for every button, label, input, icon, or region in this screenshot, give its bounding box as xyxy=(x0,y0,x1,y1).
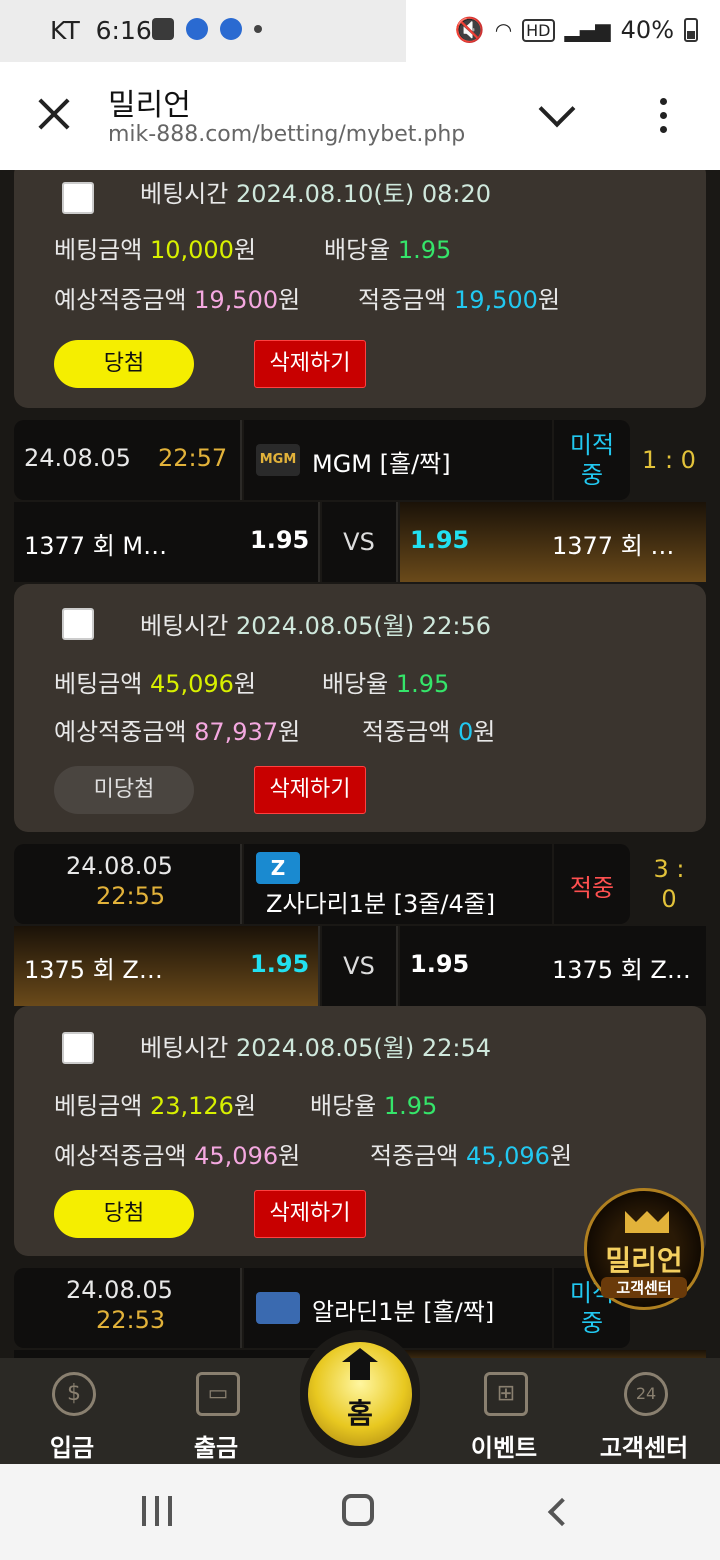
bet-card: 베팅시간 2024.08.05(월) 22:56 베팅금액 45,096원 배당… xyxy=(14,584,706,832)
status-right: 🔇 ◠ HD ▂▄▆ 40% xyxy=(455,16,698,44)
wallet-icon: ▭ xyxy=(196,1372,240,1416)
chevron-down-icon[interactable] xyxy=(538,90,576,128)
game-date: 24.08.05 22:57 xyxy=(14,420,242,500)
game-date: 24.08.05 22:55 xyxy=(14,844,242,924)
result-button[interactable]: 당첨 xyxy=(54,1190,194,1238)
game-score: 3 :0 xyxy=(632,844,706,924)
bet-rate: 배당율 1.95 xyxy=(324,236,452,264)
z-ladder-logo-icon: Z xyxy=(256,852,300,884)
gallery-icon xyxy=(152,18,174,40)
mgm-logo-icon: MGM xyxy=(256,444,300,476)
select-checkbox[interactable] xyxy=(62,1032,94,1064)
bet-amount: 베팅금액 45,096원 xyxy=(54,670,257,698)
vs-label: VS xyxy=(322,502,398,582)
game-date: 24.08.05 22:53 xyxy=(14,1268,242,1348)
match-row: 1377 회 M… 1.95 VS 1.95 1377 회 … xyxy=(14,502,706,582)
delete-button[interactable]: 삭제하기 xyxy=(254,340,366,388)
24h-icon: 24 xyxy=(624,1372,668,1416)
nav-withdraw[interactable]: ▭ 출금 xyxy=(156,1358,276,1464)
nav-deposit[interactable]: $ 입금 xyxy=(12,1358,132,1464)
crown-icon xyxy=(625,1203,669,1233)
match-row: 1375 회 Z… 1.95 VS 1.95 1375 회 Z… xyxy=(14,926,706,1006)
signal-icon: ▂▄▆ xyxy=(564,18,611,42)
home-side[interactable]: 1375 회 Z… 1.95 xyxy=(14,926,320,1006)
result-button[interactable]: 미당첨 xyxy=(54,766,194,814)
bet-time: 베팅시간 2024.08.05(월) 22:54 xyxy=(140,1034,491,1062)
bet-rate: 배당율 1.95 xyxy=(322,670,450,698)
app-icon xyxy=(220,18,242,40)
close-icon[interactable] xyxy=(36,96,72,132)
expected-win: 예상적중금액 87,937원 xyxy=(54,718,301,746)
gift-icon: ⊞ xyxy=(484,1372,528,1416)
game-info: Z Z사다리1분 [3줄/4줄] xyxy=(244,844,552,924)
result-button[interactable]: 당첨 xyxy=(54,340,194,388)
select-checkbox[interactable] xyxy=(62,608,94,640)
dollar-icon: $ xyxy=(52,1372,96,1416)
home-side[interactable]: 1377 회 M… 1.95 xyxy=(14,502,320,582)
status-bar: KT 6:16 🔇 ◠ HD ▂▄▆ 40% xyxy=(0,0,720,62)
away-side[interactable]: 1.95 1377 회 … xyxy=(400,502,706,582)
away-side[interactable]: 1.95 1375 회 Z… xyxy=(400,926,706,1006)
wifi-icon: ◠ xyxy=(494,18,513,42)
app-icon xyxy=(186,18,208,40)
bet-amount: 베팅금액 10,000원 xyxy=(54,236,257,264)
game-status: 미적 중 xyxy=(554,420,630,500)
page-url[interactable]: mik-888.com/betting/mybet.php xyxy=(108,122,465,147)
battery-percent: 40% xyxy=(620,16,674,44)
game-row: 24.08.05 22:55 Z Z사다리1분 [3줄/4줄] 적중 3 :0 xyxy=(14,844,706,924)
bet-time: 베팅시간 2024.08.05(월) 22:56 xyxy=(140,612,491,640)
more-notifications-icon xyxy=(254,25,262,33)
android-nav-bar xyxy=(0,1464,720,1560)
delete-button[interactable]: 삭제하기 xyxy=(254,1190,366,1238)
more-menu-icon[interactable] xyxy=(660,98,667,133)
bet-amount: 베팅금액 23,126원 xyxy=(54,1092,257,1120)
hd-icon: HD xyxy=(522,18,555,42)
bet-card: 베팅시간 2024.08.10(토) 08:20 베팅금액 10,000원 배당… xyxy=(14,170,706,408)
game-score: 1 : 0 xyxy=(632,420,706,500)
browser-bar: 밀리언 mik-888.com/betting/mybet.php xyxy=(0,62,720,170)
hit-amount: 적중금액 45,096원 xyxy=(370,1142,573,1170)
aladdin-logo-icon xyxy=(256,1292,300,1324)
vs-label: VS xyxy=(322,926,398,1006)
expected-win: 예상적중금액 19,500원 xyxy=(54,286,301,314)
bet-history-list: 베팅시간 2024.08.10(토) 08:20 베팅금액 10,000원 배당… xyxy=(0,170,720,1358)
recents-icon[interactable] xyxy=(142,1496,172,1526)
battery-icon xyxy=(684,18,698,42)
home-button[interactable]: 홈 xyxy=(300,1330,420,1458)
page-title: 밀리언 xyxy=(108,88,191,123)
mute-icon: 🔇 xyxy=(454,16,485,44)
bet-rate: 배당율 1.95 xyxy=(310,1092,438,1120)
bet-time: 베팅시간 2024.08.10(토) 08:20 xyxy=(140,180,491,208)
status-time: KT 6:16 xyxy=(50,16,152,45)
expected-win: 예상적중금액 45,096원 xyxy=(54,1142,301,1170)
game-row: 24.08.05 22:57 MGM MGM [홀/짝] 미적 중 1 : 0 xyxy=(14,420,706,500)
nav-support[interactable]: 24 고객센터 xyxy=(584,1358,704,1464)
home-nav-icon[interactable] xyxy=(342,1494,374,1526)
select-checkbox[interactable] xyxy=(62,182,94,214)
game-info: 알라딘1분 [홀/짝] xyxy=(244,1268,552,1348)
game-status: 적중 xyxy=(554,844,630,924)
support-badge[interactable]: 밀리언 고객센터 xyxy=(584,1188,704,1310)
hit-amount: 적중금액 19,500원 xyxy=(358,286,561,314)
nav-event[interactable]: ⊞ 이벤트 xyxy=(444,1358,564,1464)
game-info: MGM MGM [홀/짝] xyxy=(244,420,552,500)
hit-amount: 적중금액 0원 xyxy=(362,718,496,746)
home-icon xyxy=(342,1348,378,1384)
delete-button[interactable]: 삭제하기 xyxy=(254,766,366,814)
notification-icons xyxy=(152,18,262,40)
back-icon[interactable] xyxy=(547,1497,577,1527)
